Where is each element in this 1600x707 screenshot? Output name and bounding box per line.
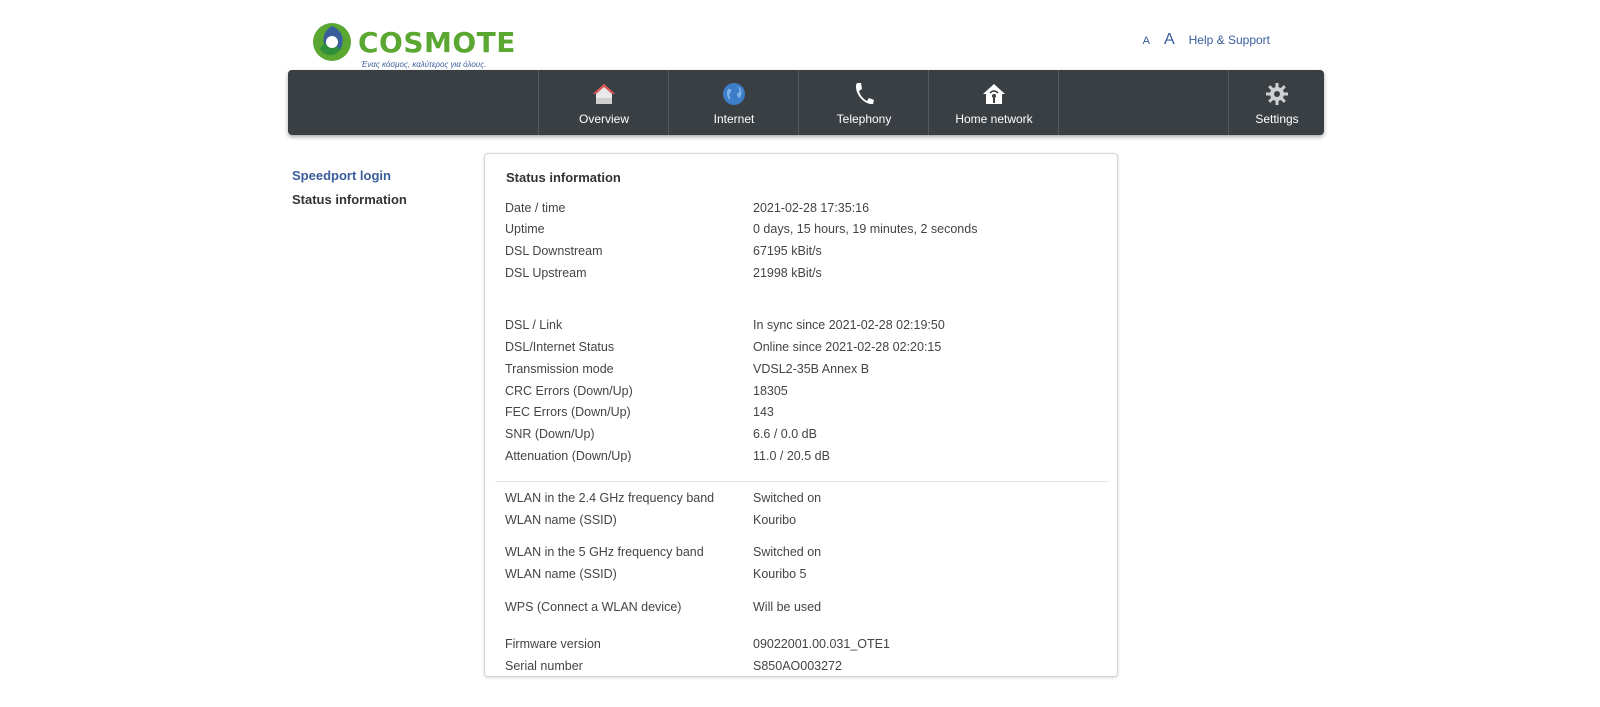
- brand-slogan: Ένας κόσμος, καλύτερος για όλους.: [361, 60, 487, 69]
- info-label: CRC Errors (Down/Up): [505, 384, 633, 398]
- house-icon: [592, 82, 616, 106]
- top-links: A A Help & Support: [1143, 31, 1270, 49]
- cosmote-logo[interactable]: COSMOTE Ένας κόσμος, καλύτερος για όλους…: [312, 20, 515, 72]
- info-value: Kouribo: [753, 513, 797, 527]
- info-label: WLAN name (SSID): [505, 567, 617, 581]
- info-value: 21998 kBit/s: [753, 266, 822, 280]
- help-support-link[interactable]: Help & Support: [1189, 33, 1270, 47]
- nav-home-network-label: Home network: [955, 111, 1033, 126]
- info-label: WLAN in the 5 GHz frequency band: [505, 545, 704, 559]
- info-label: FEC Errors (Down/Up): [505, 405, 631, 419]
- section-divider: [495, 481, 1109, 482]
- info-label: DSL/Internet Status: [505, 340, 615, 354]
- info-label: DSL Downstream: [505, 244, 603, 258]
- info-value: 09022001.00.031_OTE1: [753, 637, 890, 651]
- nav-home-network[interactable]: Home network: [928, 70, 1059, 135]
- info-value: S850AO003272: [753, 659, 842, 673]
- info-value: 143: [753, 405, 774, 419]
- sidebar-item-speedport-login[interactable]: Speedport login: [292, 168, 407, 183]
- info-value: Switched on: [753, 491, 822, 505]
- info-value: 18305: [753, 384, 788, 398]
- info-value: Will be used: [753, 600, 822, 614]
- info-label: Serial number: [505, 659, 583, 673]
- home-network-icon: [982, 82, 1006, 106]
- info-label: Attenuation (Down/Up): [505, 449, 632, 462]
- nav-settings-label: Settings: [1255, 111, 1299, 126]
- gear-icon: [1265, 82, 1289, 106]
- info-label: Date / time: [505, 201, 566, 215]
- dsl-info-scroll-area[interactable]: Date / time 2021-02-28 17:35:16 Uptime 0…: [485, 154, 1117, 462]
- phone-icon: [852, 82, 876, 106]
- globe-icon: [722, 82, 746, 106]
- nav-overview-label: Overview: [578, 111, 629, 126]
- nav-overview[interactable]: Overview: [538, 70, 669, 135]
- info-label: Firmware version: [505, 637, 601, 651]
- nav-internet[interactable]: Internet: [668, 70, 799, 135]
- info-value: Kouribo 5: [753, 567, 807, 581]
- info-label: DSL / Link: [505, 318, 563, 332]
- info-value: Online since 2021-02-28 02:20:15: [753, 340, 942, 354]
- info-label: DSL Upstream: [505, 266, 587, 280]
- info-label: SNR (Down/Up): [505, 427, 595, 441]
- info-value: 0 days, 15 hours, 19 minutes, 2 seconds: [753, 222, 978, 236]
- font-size-large-link[interactable]: A: [1164, 31, 1175, 49]
- info-label: Uptime: [505, 222, 545, 236]
- info-value: 6.6 / 0.0 dB: [753, 427, 817, 441]
- nav-settings[interactable]: Settings: [1228, 70, 1325, 135]
- status-panel: Status information Date / time 2021-02-2…: [484, 153, 1118, 677]
- nav-divider: [1058, 70, 1059, 135]
- brand-name: COSMOTE: [358, 26, 516, 59]
- sidebar: Speedport login Status information: [292, 168, 407, 216]
- info-label: WPS (Connect a WLAN device): [505, 600, 682, 614]
- info-value: 67195 kBit/s: [753, 244, 822, 258]
- cosmote-logo-icon: [313, 23, 351, 61]
- info-value: VDSL2-35B Annex B: [753, 362, 870, 376]
- info-value: 2021-02-28 17:35:16: [753, 201, 870, 215]
- info-value: 11.0 / 20.5 dB: [753, 449, 830, 462]
- info-label: Transmission mode: [505, 362, 614, 376]
- info-value: In sync since 2021-02-28 02:19:50: [753, 318, 945, 332]
- info-value: Switched on: [753, 545, 822, 559]
- sidebar-item-status-information[interactable]: Status information: [292, 192, 407, 207]
- info-label: WLAN in the 2.4 GHz frequency band: [505, 491, 715, 505]
- nav-telephony-label: Telephony: [836, 111, 892, 126]
- nav-telephony[interactable]: Telephony: [798, 70, 929, 135]
- main-navigation: Overview Internet Telephony Home network…: [288, 70, 1324, 135]
- info-label: WLAN name (SSID): [505, 513, 617, 527]
- nav-internet-label: Internet: [713, 111, 755, 126]
- font-size-small-link[interactable]: A: [1143, 35, 1150, 47]
